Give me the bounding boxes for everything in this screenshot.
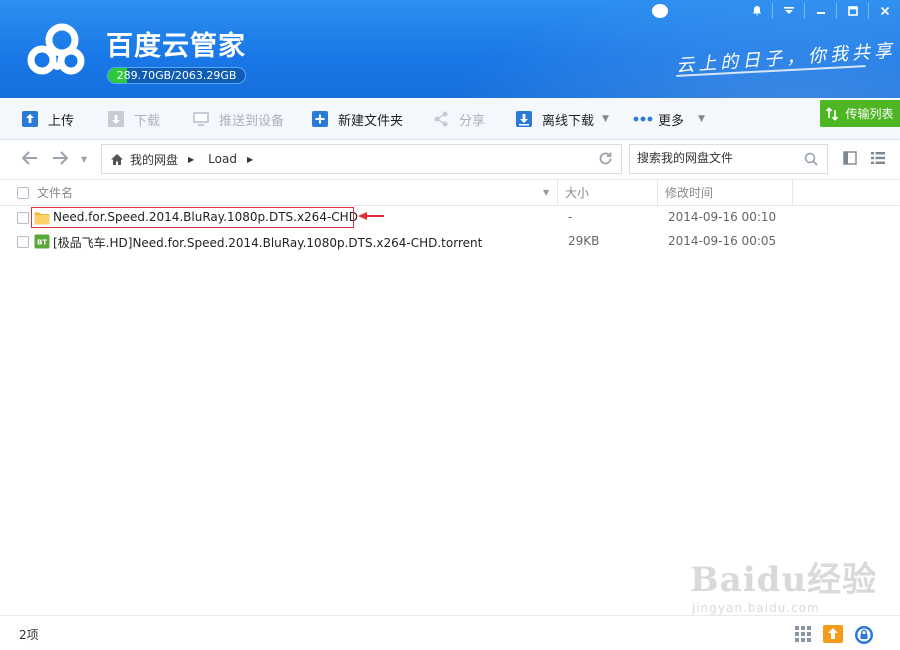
more-dots-icon <box>633 110 653 128</box>
offline-download-icon <box>515 110 533 128</box>
download-icon <box>107 110 125 128</box>
share-label: 分享 <box>459 113 486 129</box>
notify-icon[interactable] <box>741 0 772 22</box>
new-folder-button[interactable]: 新建文件夹 <box>311 98 403 140</box>
view-mode-switcher <box>843 151 885 168</box>
bt-torrent-icon: BT <box>34 234 50 249</box>
chevron-down-icon: ▼ <box>698 114 705 124</box>
search-input[interactable] <box>637 151 797 165</box>
row-checkbox[interactable] <box>17 212 29 224</box>
toolbar: 上传 下载 推送到设备 新建文件夹 分享 离线下载 ▼ 更多 ▼ <box>0 98 900 140</box>
transfer-arrows-icon <box>826 106 839 121</box>
more-label: 更多 <box>658 113 685 129</box>
file-modified: 2014-09-16 00:10 <box>668 210 777 224</box>
title-bar: 百度云管家 289.70GB/2063.29GB 云上的日子，你我共享 <box>0 0 900 98</box>
storage-quota-bar: 289.70GB/2063.29GB <box>107 67 246 84</box>
file-row[interactable]: BT [极品飞车.HD]Need.for.Speed.2014.BluRay.1… <box>0 230 900 254</box>
item-count: 2项 <box>19 628 39 642</box>
search-box <box>629 144 828 174</box>
watermark-main: Baidu经验 <box>690 560 878 600</box>
column-name[interactable]: 文件名 <box>37 180 73 206</box>
offline-download-button[interactable]: 离线下载 ▼ <box>515 98 609 140</box>
close-icon[interactable] <box>869 0 900 22</box>
select-all-checkbox[interactable] <box>17 187 29 199</box>
upload-icon <box>21 110 39 128</box>
breadcrumb-current[interactable]: Load <box>208 152 237 166</box>
upload-label: 上传 <box>48 113 75 129</box>
transfer-list-label: 传输列表 <box>845 107 894 121</box>
upload-button[interactable]: 上传 <box>21 98 74 140</box>
quota-text: 289.70GB/2063.29GB <box>116 69 237 82</box>
breadcrumb-home[interactable]: 我的网盘 <box>130 151 178 168</box>
file-size: 29KB <box>568 234 600 248</box>
column-modified[interactable]: 修改时间 <box>665 180 713 206</box>
app-title: 百度云管家 <box>106 31 246 62</box>
list-view-icon[interactable] <box>871 151 885 168</box>
lock-icon[interactable] <box>854 625 874 648</box>
new-folder-icon <box>311 110 329 128</box>
download-button[interactable]: 下载 <box>107 98 160 140</box>
share-icon <box>432 110 450 128</box>
sort-caret-icon[interactable]: ▼ <box>543 180 549 206</box>
svg-text:BT: BT <box>37 239 47 247</box>
slogan: 云上的日子，你我共享 <box>675 40 897 77</box>
highlight-annotation <box>31 207 354 228</box>
offline-download-label: 离线下载 <box>542 113 595 129</box>
history-dropdown-icon[interactable]: ▼ <box>81 155 87 164</box>
upgrade-icon[interactable] <box>823 625 843 648</box>
more-button[interactable]: 更多 ▼ <box>633 98 705 140</box>
new-folder-label: 新建文件夹 <box>338 113 404 129</box>
file-size: - <box>568 210 573 224</box>
red-arrow-annotation-icon <box>358 212 384 220</box>
file-modified: 2014-09-16 00:05 <box>668 234 777 248</box>
breadcrumb: 我的网盘 ▶ Load ▶ <box>101 144 622 174</box>
window-controls <box>741 0 900 22</box>
baidu-jingyan-watermark: Baidu经验 jingyan.baidu.com <box>690 552 877 615</box>
download-label: 下载 <box>134 113 161 129</box>
breadcrumb-separator-icon[interactable]: ▶ <box>188 155 194 164</box>
push-label: 推送到设备 <box>219 113 285 129</box>
row-checkbox[interactable] <box>17 236 29 248</box>
column-size[interactable]: 大小 <box>565 180 589 206</box>
push-to-device-button[interactable]: 推送到设备 <box>192 98 284 140</box>
breadcrumb-separator-icon[interactable]: ▶ <box>247 155 253 164</box>
home-icon <box>111 153 123 165</box>
maximize-icon[interactable] <box>837 0 868 22</box>
slogan-underline <box>676 65 866 77</box>
file-name[interactable]: [极品飞车.HD]Need.for.Speed.2014.BluRay.1080… <box>53 234 482 251</box>
app-grid-icon[interactable] <box>794 625 812 648</box>
back-arrow-icon[interactable] <box>21 151 38 169</box>
watermark-sub: jingyan.baidu.com <box>692 601 820 615</box>
monitor-icon <box>192 110 210 128</box>
forward-arrow-icon[interactable] <box>52 151 69 169</box>
footer-icons <box>794 625 874 648</box>
refresh-icon[interactable] <box>598 151 613 170</box>
chevron-down-icon: ▼ <box>602 114 609 124</box>
share-button[interactable]: 分享 <box>432 98 485 140</box>
file-list-header: 文件名 ▼ 大小 修改时间 <box>0 179 900 206</box>
preview-pane-icon[interactable] <box>843 151 857 168</box>
status-bar: 2项 <box>0 615 900 650</box>
transfer-list-button[interactable]: 传输列表 <box>820 100 900 127</box>
menu-icon[interactable] <box>773 0 804 22</box>
minimize-icon[interactable] <box>805 0 836 22</box>
skin-icon[interactable] <box>652 4 668 18</box>
baidu-cloud-logo-icon <box>27 23 85 75</box>
search-icon[interactable] <box>804 152 818 169</box>
